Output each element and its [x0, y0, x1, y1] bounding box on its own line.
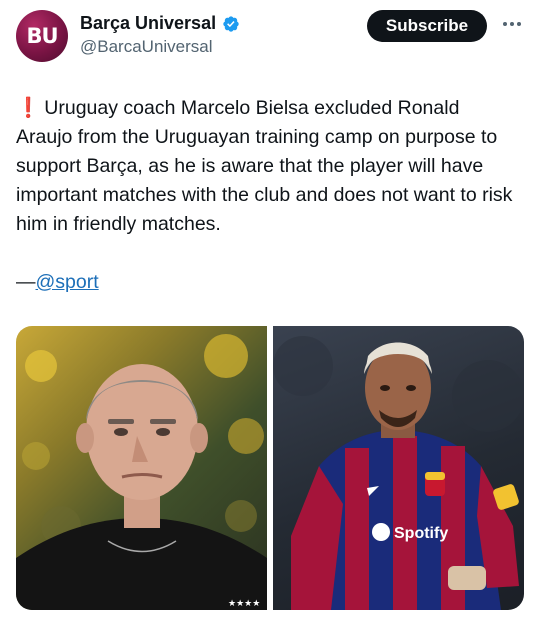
araujo-photo[interactable]: Spotify: [273, 326, 524, 610]
tweet-body: Uruguay coach Marcelo Bielsa excluded Ro…: [16, 97, 513, 235]
more-options-icon[interactable]: [500, 14, 524, 34]
bielsa-photo-illustration: ★★★★: [16, 334, 267, 610]
tweet-attribution: —@sport: [16, 268, 99, 296]
bielsa-photo[interactable]: ★★★★: [16, 326, 267, 610]
avatar[interactable]: BU: [16, 10, 68, 62]
spotify-sponsor-text: Spotify: [394, 525, 448, 542]
sport-mention-link[interactable]: @sport: [36, 271, 99, 293]
exclamation-icon: ❗: [16, 97, 41, 119]
tweet-text: ❗ Uruguay coach Marcelo Bielsa excluded R…: [16, 94, 516, 239]
araujo-photo-illustration: Spotify: [273, 336, 524, 610]
tweet-header: BU Barça Universal @BarcaUniversal Subsc…: [16, 10, 524, 66]
attribution-dash: —: [16, 271, 36, 293]
display-name[interactable]: Barça Universal: [80, 13, 216, 34]
verified-badge-icon: [223, 15, 239, 32]
tweet-media: ★★★★ Spotify: [16, 326, 524, 610]
account-handle[interactable]: @BarcaUniversal: [80, 37, 240, 57]
jersey-stars: ★★★★: [228, 599, 260, 609]
subscribe-button[interactable]: Subscribe: [367, 10, 487, 42]
account-names: Barça Universal @BarcaUniversal: [80, 13, 240, 57]
